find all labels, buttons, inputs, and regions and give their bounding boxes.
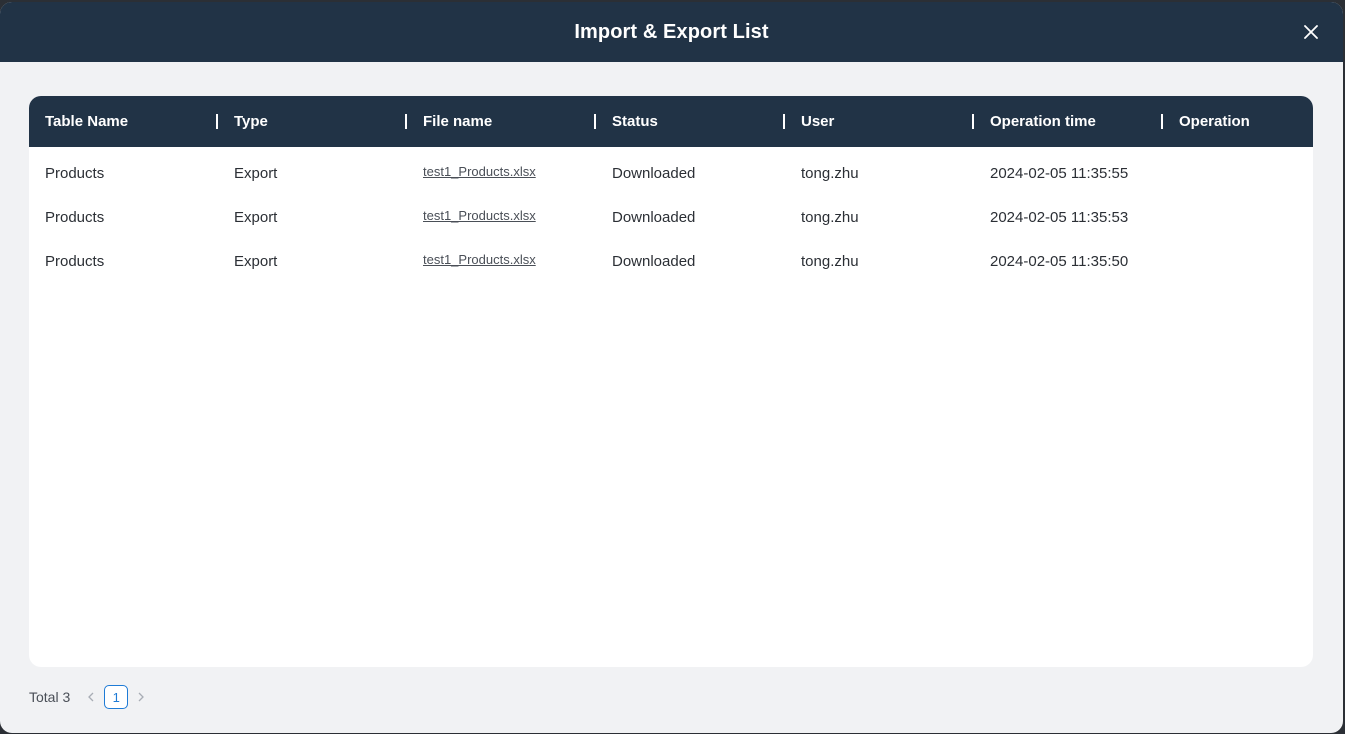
cell-operation — [1163, 239, 1313, 283]
column-header-table-name: Table Name — [29, 96, 218, 147]
cell-operation-time: 2024-02-05 11:35:53 — [990, 208, 1129, 226]
cell-file-name: test1_Products.xlsx — [407, 195, 596, 239]
table-row: Products Export test1_Products.xlsx Down… — [29, 195, 1313, 239]
column-header-operation: Operation — [1179, 113, 1250, 130]
cell-file-name: test1_Products.xlsx — [407, 239, 596, 283]
table-row: Products Export test1_Products.xlsx Down… — [29, 239, 1313, 283]
page-button-current[interactable]: 1 — [104, 685, 129, 709]
cell-operation-time: 2024-02-05 11:35:50 — [990, 252, 1129, 270]
column-header-type: Type — [218, 96, 407, 147]
close-button[interactable] — [1299, 20, 1323, 44]
table-header-row: Table Name Type File name Status User Op… — [29, 96, 1313, 147]
import-export-modal: Import & Export List Table Name Type Fil… — [0, 2, 1343, 733]
cell-table-name: Products — [45, 164, 105, 182]
cell-status: Downloaded — [612, 252, 696, 270]
modal-header: Import & Export List — [0, 2, 1343, 62]
file-download-link[interactable]: test1_Products.xlsx — [423, 252, 536, 267]
cell-operation — [1163, 195, 1313, 239]
table-row: Products Export test1_Products.xlsx Down… — [29, 147, 1313, 195]
table-panel: Table Name Type File name Status User Op… — [29, 96, 1313, 667]
column-header-user: User — [785, 96, 974, 147]
cell-operation — [1163, 147, 1313, 195]
cell-status: Downloaded — [612, 164, 696, 182]
pagination-total: Total 3 — [29, 689, 71, 705]
column-header-operation-time: Operation time — [974, 96, 1163, 147]
cell-type: Export — [234, 252, 278, 270]
cell-status: Downloaded — [612, 208, 696, 226]
column-header-status: Status — [596, 96, 785, 147]
cell-type: Export — [234, 208, 278, 226]
prev-page-button[interactable] — [84, 687, 98, 707]
pagination: Total 3 1 — [29, 685, 148, 709]
chevron-left-icon — [88, 692, 94, 702]
column-header-file-name: File name — [407, 96, 596, 147]
cell-user: tong.zhu — [801, 208, 859, 226]
cell-table-name: Products — [45, 252, 105, 270]
chevron-right-icon — [138, 692, 145, 702]
close-icon — [1304, 25, 1318, 39]
cell-user: tong.zhu — [801, 252, 859, 270]
cell-table-name: Products — [45, 208, 105, 226]
cell-user: tong.zhu — [801, 164, 859, 182]
cell-type: Export — [234, 164, 278, 182]
next-page-button[interactable] — [134, 687, 148, 707]
cell-file-name: test1_Products.xlsx — [407, 147, 596, 195]
file-download-link[interactable]: test1_Products.xlsx — [423, 208, 536, 223]
modal-title: Import & Export List — [574, 20, 769, 43]
file-download-link[interactable]: test1_Products.xlsx — [423, 164, 536, 179]
import-export-table: Table Name Type File name Status User Op… — [29, 96, 1313, 283]
cell-operation-time: 2024-02-05 11:35:55 — [990, 164, 1129, 182]
